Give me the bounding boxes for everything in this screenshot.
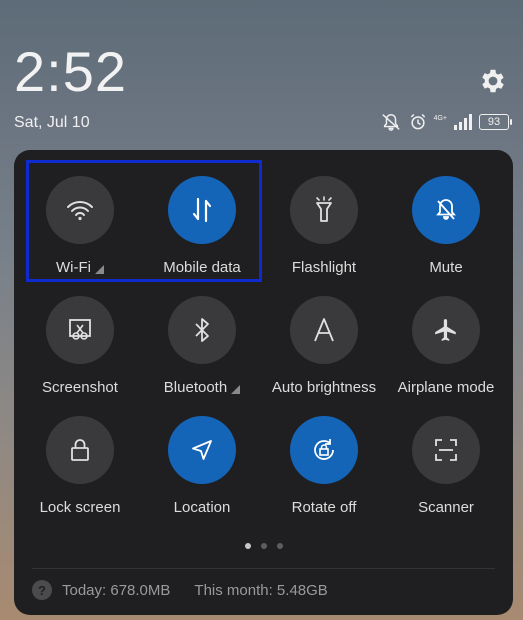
quick-settings-panel: Wi-Fi Mobile data Flashlight Mute Screen… xyxy=(14,150,513,615)
tile-bluetooth[interactable]: Bluetooth xyxy=(141,288,263,398)
date: Sat, Jul 10 xyxy=(14,114,90,131)
tile-auto-brightness[interactable]: Auto brightness xyxy=(263,288,385,398)
network-type: 4G+ xyxy=(434,115,447,129)
screenshot-toggle[interactable] xyxy=(46,296,114,364)
flashlight-toggle[interactable] xyxy=(290,176,358,244)
tile-label: Scanner xyxy=(418,499,474,516)
tile-rotate-off[interactable]: Rotate off xyxy=(263,408,385,518)
alarm-icon xyxy=(408,112,428,132)
rotate-lock-icon xyxy=(314,439,334,460)
tile-location[interactable]: Location xyxy=(141,408,263,518)
tile-label: Bluetooth xyxy=(163,379,228,396)
usage-today: Today: 678.0MB xyxy=(62,581,171,599)
help-icon: ? xyxy=(32,580,52,600)
auto-brightness-toggle[interactable] xyxy=(290,296,358,364)
page-indicator xyxy=(14,543,513,549)
tile-flashlight[interactable]: Flashlight xyxy=(263,168,385,278)
page-dot[interactable] xyxy=(276,543,283,549)
tile-label: Mute xyxy=(429,259,463,276)
tile-label: Lock screen xyxy=(39,499,121,516)
location-toggle[interactable] xyxy=(168,416,236,484)
scanner-icon xyxy=(435,439,457,461)
battery-level: 93 xyxy=(487,116,501,128)
page-dot[interactable] xyxy=(244,543,251,549)
location-icon xyxy=(192,440,212,460)
tile-label: Auto brightness xyxy=(271,379,377,396)
usage-month: This month: 5.48GB xyxy=(194,581,328,599)
lock-screen-toggle[interactable] xyxy=(46,416,114,484)
mute-icon xyxy=(436,199,456,220)
lock-icon xyxy=(71,439,89,461)
rotate-off-toggle[interactable] xyxy=(290,416,358,484)
tile-label: Flashlight xyxy=(291,259,357,276)
divider xyxy=(32,568,495,569)
tile-label: Screenshot xyxy=(42,379,118,396)
status-icons: 4G+ 93 xyxy=(380,112,512,132)
tile-label: Location xyxy=(173,499,231,516)
airplane-toggle[interactable] xyxy=(412,296,480,364)
settings-gear-icon[interactable] xyxy=(478,66,508,96)
network-label: 4G+ xyxy=(433,115,447,122)
scanner-toggle[interactable] xyxy=(412,416,480,484)
bluetooth-icon xyxy=(195,318,209,342)
page-dot[interactable] xyxy=(260,543,267,549)
screenshot-icon xyxy=(69,319,91,340)
data-usage[interactable]: ? Today: 678.0MB This month: 5.48GB xyxy=(32,580,328,600)
signal-icon xyxy=(453,114,473,130)
bluetooth-toggle[interactable] xyxy=(168,296,236,364)
notifications-off-icon xyxy=(380,112,402,132)
clock: 2:52 xyxy=(14,40,127,103)
selection-highlight xyxy=(26,160,262,282)
tile-mute[interactable]: Mute xyxy=(385,168,507,278)
airplane-icon xyxy=(435,319,456,341)
tile-lock-screen[interactable]: Lock screen xyxy=(19,408,141,518)
tile-screenshot[interactable]: Screenshot xyxy=(19,288,141,398)
expand-arrow-icon xyxy=(231,384,241,394)
tile-label: Rotate off xyxy=(291,499,357,516)
mute-toggle[interactable] xyxy=(412,176,480,244)
battery-icon: 93 xyxy=(479,114,512,130)
tile-label: Airplane mode xyxy=(397,379,495,396)
tile-scanner[interactable]: Scanner xyxy=(385,408,507,518)
flashlight-icon xyxy=(316,196,332,222)
tile-airplane-mode[interactable]: Airplane mode xyxy=(385,288,507,398)
auto-brightness-icon xyxy=(314,318,334,342)
